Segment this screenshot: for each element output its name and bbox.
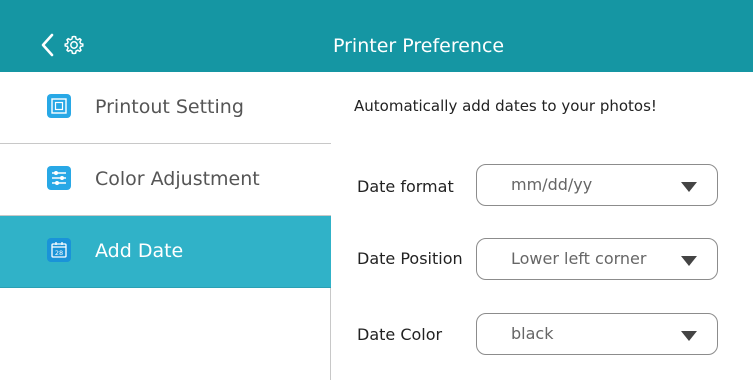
date-color-select[interactable]: black — [476, 313, 718, 355]
chevron-left-icon — [41, 33, 54, 57]
date-format-label: Date format — [357, 177, 454, 196]
calendar-icon: 28 — [47, 238, 71, 262]
date-position-value: Lower left corner — [511, 249, 647, 268]
caret-down-icon — [681, 331, 697, 341]
title-bar: Printer Preference — [0, 0, 753, 72]
settings-button[interactable] — [63, 34, 85, 56]
calendar-icon-day: 28 — [55, 249, 63, 257]
caret-down-icon — [681, 182, 697, 192]
sidebar-item-printout-setting[interactable]: Printout Setting — [0, 72, 331, 144]
sidebar-item-color-adjustment[interactable]: Color Adjustment — [0, 144, 331, 216]
date-position-select[interactable]: Lower left corner — [476, 238, 718, 280]
date-position-label: Date Position — [357, 249, 463, 268]
sidebar: Printout Setting Color Adjustment 28 Add… — [0, 72, 331, 380]
date-format-value: mm/dd/yy — [511, 175, 593, 194]
caret-down-icon — [681, 256, 697, 266]
date-color-value: black — [511, 324, 554, 343]
sidebar-item-add-date[interactable]: 28 Add Date — [0, 216, 331, 288]
sidebar-item-label: Add Date — [95, 240, 184, 262]
back-button[interactable] — [38, 33, 58, 57]
date-color-label: Date Color — [357, 325, 443, 344]
settings-panel: Automatically add dates to your photos! … — [332, 72, 753, 380]
sidebar-item-label: Printout Setting — [95, 96, 244, 118]
printout-setting-icon — [47, 94, 71, 118]
date-format-select[interactable]: mm/dd/yy — [476, 164, 718, 206]
sidebar-item-label: Color Adjustment — [95, 168, 260, 190]
hint-text: Automatically add dates to your photos! — [354, 97, 657, 115]
sliders-icon — [47, 166, 71, 190]
page-title: Printer Preference — [333, 35, 505, 57]
gear-icon — [64, 35, 84, 55]
